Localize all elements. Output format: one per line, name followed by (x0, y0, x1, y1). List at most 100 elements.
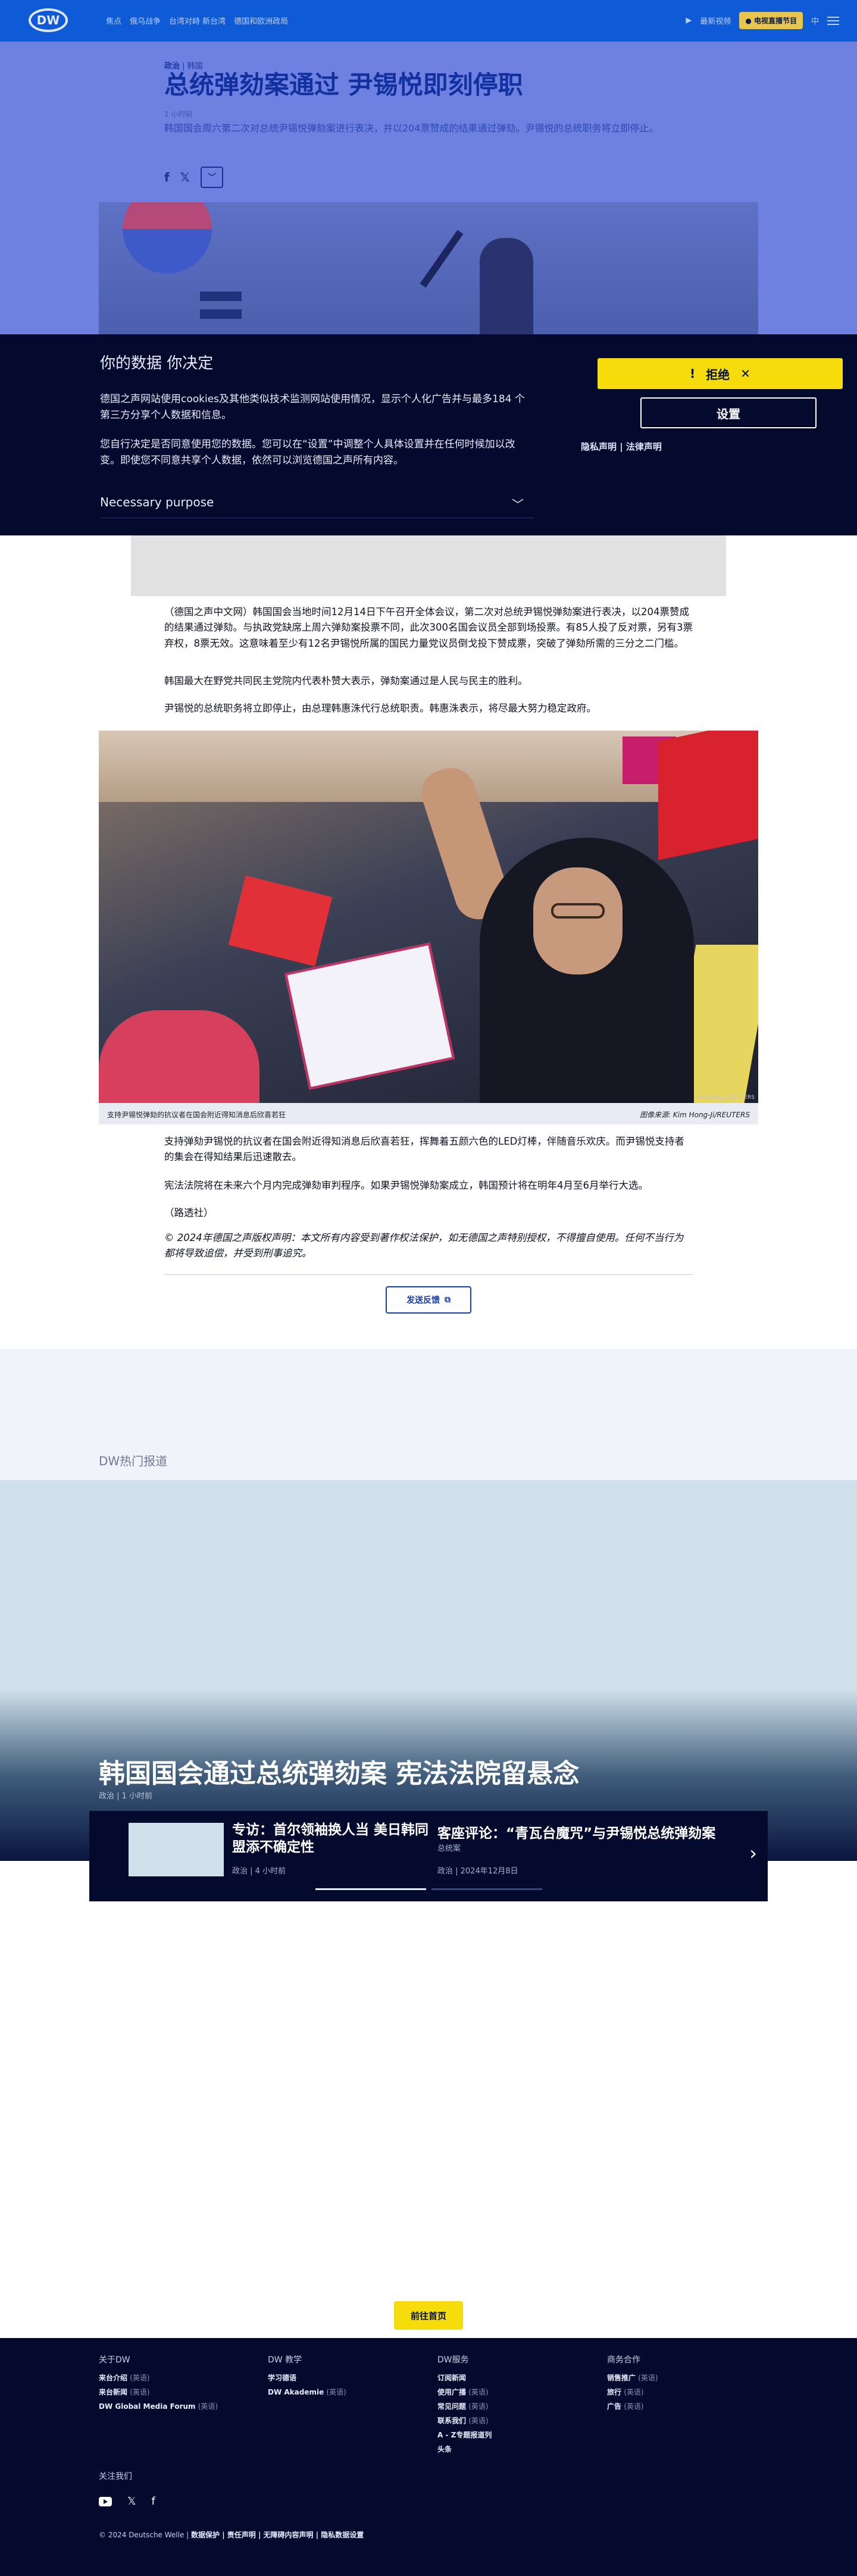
teaser-title[interactable]: 韩国国会通过总统弹劾案 宪法法院留悬念 (99, 1752, 579, 1790)
hero-image (99, 202, 758, 334)
photo-red-sign (228, 875, 333, 967)
x-icon[interactable]: 𝕏 (127, 2495, 136, 2508)
footer-legal-links[interactable]: 数据保护 | 责任声明 | 无障碍内容声明 | 隐私数据设置 (191, 2531, 364, 2539)
footer-link[interactable]: 常见问题 (英语) (437, 2401, 492, 2411)
breadcrumb: 政治 | 韩国 (164, 62, 203, 71)
reject-label: 拒绝 (706, 367, 730, 382)
chevron-right-icon[interactable]: › (749, 1842, 757, 1864)
footer-link[interactable]: DW Global Media Forum (英语) (99, 2401, 218, 2411)
nav-item-germany[interactable]: 德国和欧洲政局 (234, 15, 288, 26)
social-links: 𝕏 f (99, 2495, 155, 2508)
footer-link[interactable]: 订阅新闻 (437, 2373, 492, 2383)
footer-link[interactable]: 来台新闻 (英语) (99, 2387, 218, 2397)
live-tv-button[interactable]: ● 电视直播节目 (739, 12, 803, 29)
page-title: 总统弹劾案通过 尹锡悦即刻停职 (164, 70, 523, 99)
home-button[interactable]: 前往首页 (394, 2301, 463, 2330)
nav-item-taiwan[interactable]: 台湾对峙 新台湾 (169, 15, 226, 26)
flag-circle (123, 202, 212, 274)
nav-item-ukraine[interactable]: 俄乌战争 (130, 15, 161, 26)
footer-link[interactable]: 学习德语 (268, 2373, 346, 2383)
header-right: ▶ 最新视频 ● 电视直播节目 中 (686, 12, 839, 29)
hot-section-title: DW热门报道 (99, 1454, 168, 1468)
subcategory-link[interactable]: 韩国 (187, 62, 203, 71)
page: DW 焦点 俄乌战争 台湾对峙 新台湾 德国和欧洲政局 ▶ 最新视频 ● 电视直… (0, 0, 857, 2576)
video-icon[interactable]: ▶ (686, 16, 692, 25)
footer-link[interactable]: A - Z专题报道列 (437, 2430, 492, 2440)
close-icon: ✕ (740, 366, 750, 381)
article-photo[interactable]: Kim Hong-Ji/REUTERS (99, 731, 758, 1103)
paragraph: （路透社） (164, 1207, 214, 1218)
footer-col-title: DW服务 (437, 2355, 469, 2365)
article-lead: 韩国国会周六第二次对总统尹锡悦弹劾案进行表决，并以204票赞成的结果通过弹劾。尹… (164, 123, 659, 134)
copyright-notice: © 2024年德国之声版权声明：本文所有内容受到著作权法保护，如无德国之声特别授… (164, 1232, 684, 1259)
site-header: DW 焦点 俄乌战争 台湾对峙 新台湾 德国和欧洲政局 ▶ 最新视频 ● 电视直… (0, 0, 857, 42)
photo-caption: 支持尹锡悦弹劾的抗议者在国会附近得知消息后欣喜若狂 图像来源: Kim Hong… (99, 1103, 758, 1124)
carousel-item-title[interactable]: 客座评论：“青瓦台魔咒”与尹锡悦总统弹劾案 (437, 1822, 735, 1842)
speaker-figure (480, 238, 533, 334)
paragraph: 支持弹劾尹锡悦的抗议者在国会附近得知消息后欣喜若狂，挥舞着五颜六色的LED灯棒，… (164, 1136, 684, 1163)
dw-logo[interactable]: DW (29, 8, 68, 32)
privacy-links[interactable]: 隐私声明 | 法律声明 (581, 440, 662, 453)
gavel (420, 230, 464, 288)
category-link[interactable]: 政治 (164, 62, 180, 71)
caption-text: 支持尹锡悦弹劾的抗议者在国会附近得知消息后欣喜若狂 (107, 1111, 286, 1119)
youtube-icon[interactable] (99, 2496, 112, 2506)
footer-link[interactable]: 联系我们 (英语) (437, 2415, 492, 2425)
footer-col-title: DW 教学 (268, 2355, 302, 2365)
feedback-button[interactable]: 发送反馈 ⧉ (386, 1286, 471, 1314)
footer-link[interactable]: 旅行 (英语) (607, 2387, 658, 2397)
settings-button[interactable]: 设置 (640, 397, 817, 428)
article-time: 1 小时前 (164, 110, 193, 118)
footer-link[interactable]: DW Akademie (英语) (268, 2387, 346, 2397)
photo-flag (658, 731, 758, 860)
footer-link[interactable]: 使用广播 (英语) (437, 2387, 492, 2397)
cookie-text-1: 德国之声网站使用cookies及其他类似技术监测网站使用情况，显示个人化广告并与… (100, 393, 525, 422)
chevron-down-icon: ﹀ (207, 173, 216, 183)
carousel-item-title[interactable]: 专访：首尔领袖换人当 美日韩同盟添不确定性 (232, 1822, 428, 1856)
footer-copyright: © 2024 Deutsche Welle (99, 2531, 184, 2539)
cookie-banner: 你的数据 你决定 德国之声网站使用cookies及其他类似技术监测网站使用情况，… (0, 334, 857, 535)
footer-col-services: DW服务 订阅新闻 使用广播 (英语) 常见问题 (英语) 联系我们 (英语) … (437, 2354, 492, 2458)
footer-link[interactable]: 销售推广 (英语) (607, 2373, 658, 2383)
teaser-meta: 政治 | 1 小时前 (99, 1792, 153, 1801)
divider (164, 1274, 693, 1275)
top-teaser[interactable] (0, 1480, 857, 1861)
share-bar: f 𝕏 ﹀ (164, 167, 223, 188)
cookie-text-2: 您自行决定是否同意使用您的数据。您可以在“设置”中调整个人具体设置并在任何时候加… (100, 438, 515, 467)
site-footer: 关于DW 来台介绍 (英语) 来台新闻 (英语) DW Global Media… (0, 2338, 857, 2576)
footer-col-title: 商务合作 (607, 2355, 640, 2365)
photo-crowd (99, 1010, 259, 1103)
caption-credit: 图像来源: Kim Hong-Ji/REUTERS (640, 1111, 750, 1119)
photo-credit-overlay: Kim Hong-Ji/REUTERS (696, 1095, 755, 1101)
facebook-icon[interactable]: f (164, 170, 170, 184)
info-icon: ! (690, 366, 696, 381)
photo-face (533, 867, 623, 974)
nav-item-focus[interactable]: 焦点 (106, 15, 121, 26)
paragraph: 韩国最大在野党共同民主党院内代表朴赞大表示，弹劾案通过是人民与民主的胜利。 (164, 675, 528, 687)
footer-col-about: 关于DW 来台介绍 (英语) 来台新闻 (英语) DW Global Media… (99, 2354, 218, 2415)
footer-col-title: 关于DW (99, 2355, 130, 2365)
footer-link[interactable]: 来台介绍 (英语) (99, 2373, 218, 2383)
photo-glasses (551, 903, 605, 919)
teaser-carousel: 专访：首尔领袖换人当 美日韩同盟添不确定性 政治 | 4 小时前 客座评论：“青… (89, 1811, 768, 1901)
footer-link[interactable]: 头条 (437, 2444, 492, 2454)
latest-video-link[interactable]: 最新视频 (700, 15, 731, 26)
chevron-down-icon[interactable]: ﹀ (512, 495, 524, 512)
carousel-item-meta: 政治 | 2024年12月8日 (437, 1867, 518, 1876)
footer-bottom: © 2024 Deutsche Welle | 数据保护 | 责任声明 | 无障… (99, 2531, 364, 2539)
reject-button[interactable]: ! 拒绝 ✕ (598, 358, 843, 389)
menu-icon[interactable] (827, 16, 839, 25)
language-selector[interactable]: 中 (811, 15, 819, 26)
footer-link[interactable]: 广告 (英语) (607, 2401, 658, 2411)
flag-bars (200, 292, 242, 301)
facebook-icon[interactable]: f (152, 2495, 155, 2508)
copy-icon: ⧉ (445, 1295, 451, 1305)
x-icon[interactable]: 𝕏 (180, 170, 190, 184)
main-nav: 焦点 俄乌战争 台湾对峙 新台湾 德国和欧洲政局 (106, 15, 288, 26)
carousel-item-meta: 政治 | 4 小时前 (232, 1867, 286, 1876)
purpose-accordion[interactable]: Necessary purpose (100, 495, 214, 509)
paragraph: （德国之声中文网）韩国国会当地时间12月14日下午召开全体会议，第二次对总统尹锡… (164, 606, 693, 649)
carousel-thumbnail[interactable] (129, 1823, 224, 1876)
footer-col-business: 商务合作 销售推广 (英语) 旅行 (英语) 广告 (英语) (607, 2354, 658, 2415)
more-share-button[interactable]: ﹀ (200, 167, 223, 188)
